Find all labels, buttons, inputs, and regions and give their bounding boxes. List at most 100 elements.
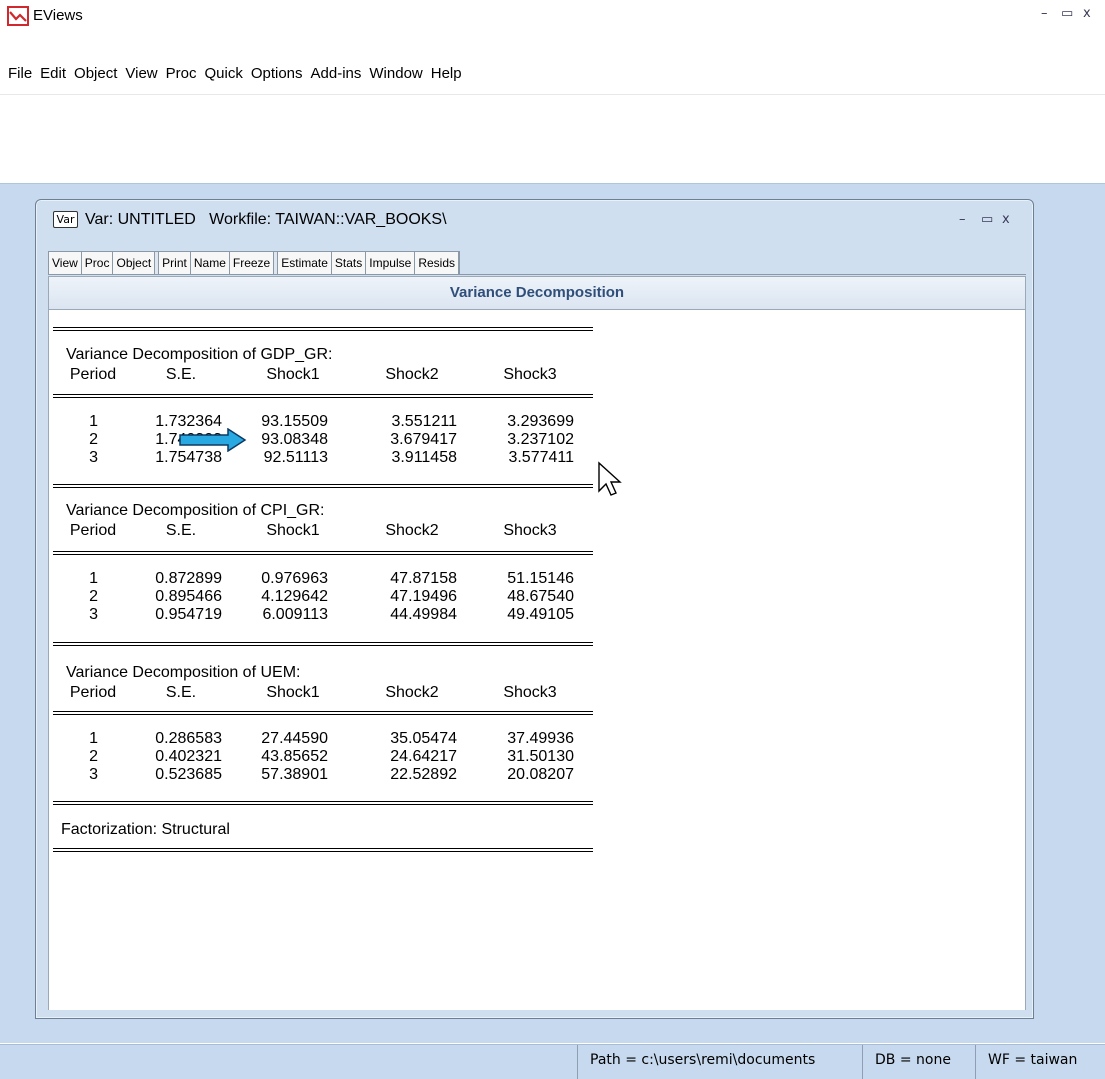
col-header-shock3: Shock3 [503, 684, 557, 701]
table-cell: 3 [89, 449, 98, 466]
status-db: DB = none [875, 1052, 951, 1068]
col-header-period: Period [69, 684, 117, 701]
arrow-annotation-icon [179, 428, 247, 452]
table-cell: 27.44590 [261, 730, 328, 747]
status-separator [975, 1045, 976, 1079]
table-cell: 1 [89, 730, 98, 747]
table-cell: 0.286583 [155, 730, 222, 747]
table-cell: 93.08348 [261, 431, 328, 448]
table-cell: 93.15509 [261, 413, 328, 430]
col-header-shock3: Shock3 [503, 522, 557, 539]
menu-help[interactable]: Help [427, 62, 466, 86]
table-cell: 92.51113 [263, 449, 328, 466]
toolbar-view-button[interactable]: View [49, 252, 82, 274]
var-minimize-button[interactable]: – [959, 212, 966, 227]
var-close-button[interactable]: x [1002, 212, 1010, 227]
col-header-shock2: Shock2 [385, 366, 439, 383]
table-cell: 2 [89, 748, 98, 765]
status-wf: WF = taiwan [988, 1052, 1078, 1068]
table-cell: 0.976963 [261, 570, 328, 587]
table-cell: 3 [89, 766, 98, 783]
toolbar-proc-button[interactable]: Proc [81, 252, 114, 274]
table-cell: 0.523685 [155, 766, 222, 783]
toolbar-stats-button[interactable]: Stats [331, 252, 367, 274]
table-cell: 2 [89, 431, 98, 448]
toolbar-estimate-button[interactable]: Estimate [278, 252, 332, 274]
table-cell: 44.49984 [390, 606, 457, 623]
toolbar-impulse-button[interactable]: Impulse [366, 252, 416, 274]
col-header-shock2: Shock2 [385, 522, 439, 539]
app-close-button[interactable]: x [1083, 6, 1091, 21]
status-separator [862, 1045, 863, 1079]
table-cell: 43.85652 [261, 748, 328, 765]
table-cell: 4.129642 [261, 588, 328, 605]
table-cell: 35.05474 [390, 730, 457, 747]
toolbar-object-button[interactable]: Object [113, 252, 156, 274]
table-cell: 3.237102 [507, 431, 574, 448]
table-rule [53, 394, 593, 398]
table-cell: 51.15146 [507, 570, 574, 587]
table-rule [53, 551, 593, 555]
table-cell: 2 [89, 588, 98, 605]
table-cell: 1 [89, 570, 98, 587]
table-cell: 22.52892 [390, 766, 457, 783]
menu-edit[interactable]: Edit [36, 62, 70, 86]
col-header-period: Period [69, 366, 117, 383]
menu-object[interactable]: Object [70, 62, 121, 86]
section-title: Variance Decomposition of UEM: [66, 664, 301, 681]
table-rule [53, 801, 593, 805]
table-rule [53, 327, 593, 331]
table-cell: 37.49936 [507, 730, 574, 747]
toolbar-freeze-button[interactable]: Freeze [229, 252, 275, 274]
table-cell: 0.895466 [155, 588, 222, 605]
menu-proc[interactable]: Proc [162, 62, 201, 86]
mouse-cursor-icon [598, 461, 622, 496]
menu-options[interactable]: Options [247, 62, 307, 86]
col-header-se: S.E. [165, 684, 197, 701]
table-cell: 6.009113 [262, 606, 328, 623]
table-cell: 57.38901 [261, 766, 328, 783]
app-maximize-button[interactable]: ▭ [1061, 6, 1073, 21]
col-header-shock1: Shock1 [266, 366, 320, 383]
app-minimize-button[interactable]: – [1041, 6, 1048, 21]
toolbar-name-button[interactable]: Name [190, 252, 230, 274]
table-cell: 48.67540 [507, 588, 574, 605]
section-title: Variance Decomposition of GDP_GR: [66, 346, 333, 363]
app-title: EViews [33, 7, 83, 24]
table-cell: 3 [89, 606, 98, 623]
col-header-se: S.E. [165, 366, 197, 383]
section-title: Variance Decomposition of CPI_GR: [66, 502, 325, 519]
var-window-title-bar[interactable]: Var Var: UNTITLED Workfile: TAIWAN::VAR_… [36, 200, 1033, 242]
view-title: Variance Decomposition [449, 284, 625, 301]
toolbar-print-button[interactable]: Print [159, 252, 191, 274]
col-header-shock1: Shock1 [266, 522, 320, 539]
app-title-bar: EViews – ▭ x [0, 0, 1105, 32]
menu-add-ins[interactable]: Add-ins [307, 62, 366, 86]
menu-bar: File Edit Object View Proc Quick Options… [0, 62, 466, 86]
menu-file[interactable]: File [4, 62, 36, 86]
var-toolbar: View Proc Object Print Name Freeze Estim… [48, 251, 460, 275]
table-cell: 0.402321 [155, 748, 222, 765]
table-cell: 47.19496 [390, 588, 457, 605]
table-cell: 3.577411 [508, 449, 574, 466]
table-cell: 24.64217 [390, 748, 457, 765]
var-window-title: Var: UNTITLED Workfile: TAIWAN::VAR_BOOK… [85, 211, 447, 228]
table-rule [53, 711, 593, 715]
table-cell: 3.679417 [390, 431, 457, 448]
command-window[interactable] [0, 94, 1105, 184]
col-header-shock1: Shock1 [266, 684, 320, 701]
table-cell: 49.49105 [507, 606, 574, 623]
toolbar-resids-button[interactable]: Resids [415, 252, 459, 274]
table-rule [53, 484, 593, 488]
menu-quick[interactable]: Quick [200, 62, 246, 86]
menu-window[interactable]: Window [365, 62, 426, 86]
status-separator [577, 1045, 578, 1079]
table-rule [53, 848, 593, 852]
table-cell: 0.872899 [155, 570, 222, 587]
menu-view[interactable]: View [121, 62, 161, 86]
table-rule [53, 642, 593, 646]
var-maximize-button[interactable]: ▭ [981, 212, 993, 227]
table-cell: 3.293699 [507, 413, 574, 430]
table-cell: 47.87158 [390, 570, 457, 587]
table-cell: 20.08207 [507, 766, 574, 783]
